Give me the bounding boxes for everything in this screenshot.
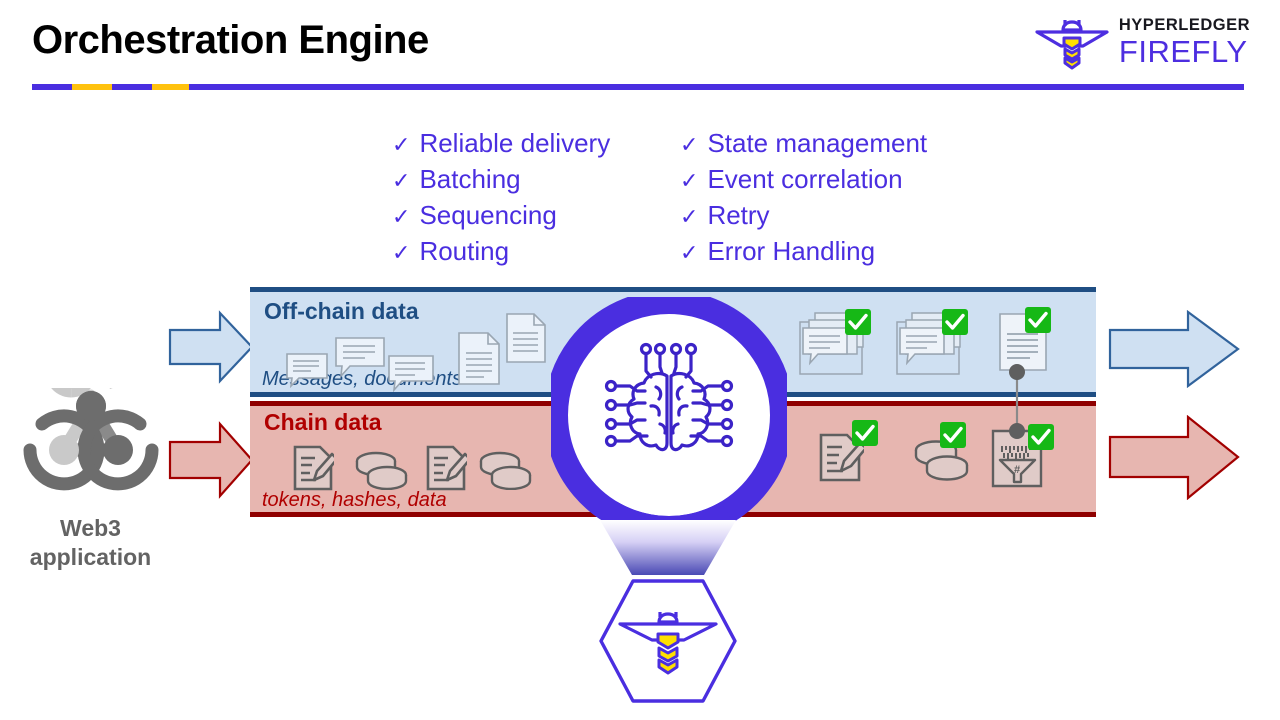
document-checked-icon [998,307,1051,379]
check-icon: ✓ [680,132,699,157]
coins-icon [355,451,408,490]
title-rule-segment [72,84,112,90]
contract-icon [293,445,334,491]
arrow-input-offchain [168,310,254,384]
title-rule-segment [189,84,1244,90]
logo-hyperledger-text: HYPERLEDGER [1118,16,1250,35]
check-badge-icon [1025,307,1051,333]
web3-application-label: Web3 application [8,514,173,572]
funnel-gradient-connector [600,520,736,575]
svg-text:#: # [1014,464,1020,476]
feature-list-right: ✓ State management ✓ Event correlation ✓… [680,126,927,270]
feature-item: ✓ Event correlation [680,162,927,198]
title-rule-segment [152,84,189,90]
webhook-icon [23,388,158,491]
document-icon [506,313,546,363]
page-title: Orchestration Engine [32,18,429,62]
check-badge-icon [940,422,966,448]
web3-label-line1: Web3 [60,515,121,541]
firefly-hexagon-bee-icon [599,579,737,703]
feature-item: ✓ Reliable delivery [392,126,610,162]
coins-checked-icon [912,422,972,487]
coins-icon [479,451,532,490]
feature-label: State management [707,128,928,158]
arrow-input-chain [168,421,254,499]
feature-list-left: ✓ Reliable delivery ✓ Batching ✓ Sequenc… [392,126,610,270]
contract-icon [426,445,467,491]
arrow-output-chain [1108,415,1240,500]
check-icon: ✓ [680,204,699,229]
band-chain-title: Chain data [264,409,382,435]
band-chain-subtitle: tokens, hashes, data [262,489,447,511]
speech-bubble-icon [335,337,385,378]
message-stack-checked-icon [895,304,971,381]
check-icon: ✓ [680,168,699,193]
firefly-bee-icon [1035,20,1109,70]
logo-wordmark: HYPERLEDGER FIREFLY [1119,17,1250,67]
title-rule-segment [112,84,152,90]
feature-label: Batching [419,164,521,194]
check-badge-icon [942,309,968,335]
speech-bubble-icon [388,355,434,392]
logo-firefly-text: FIREFLY [1118,33,1248,69]
check-icon: ✓ [392,168,411,193]
check-badge-icon [852,420,878,446]
message-stack-checked-icon [798,304,874,381]
feature-item: ✓ Error Handling [680,234,927,270]
feature-label: Routing [419,236,510,266]
hash-document-checked-icon: # [990,424,1054,495]
band-offchain-title: Off-chain data [264,298,419,324]
web3-application: Web3 application [8,388,173,572]
arrow-output-offchain [1108,310,1240,388]
check-icon: ✓ [392,132,411,157]
check-icon: ✓ [392,240,411,265]
slide-canvas: Orchestration Engine HYPERLEDGER FIREFLY… [0,0,1280,720]
feature-item: ✓ Retry [680,198,927,234]
feature-item: ✓ Batching [392,162,610,198]
title-underline-rule [32,84,1244,90]
feature-label: Error Handling [707,236,876,266]
document-icon [458,332,500,385]
feature-label: Event correlation [707,164,903,194]
brain-circuit-icon [604,342,734,452]
web3-label-line2: application [29,544,152,570]
check-icon: ✓ [392,204,411,229]
feature-item: ✓ Sequencing [392,198,610,234]
feature-item: ✓ Routing [392,234,610,270]
feature-label: Sequencing [419,200,557,230]
speech-bubble-icon [286,353,328,388]
feature-item: ✓ State management [680,126,927,162]
feature-label: Retry [707,200,770,230]
check-icon: ✓ [680,240,699,265]
hyperledger-firefly-logo: HYPERLEDGER FIREFLY [1035,12,1250,72]
feature-label: Reliable delivery [419,128,611,158]
contract-checked-icon [818,420,878,489]
check-badge-icon [845,309,871,335]
check-badge-icon [1028,424,1054,450]
title-rule-segment [32,84,72,90]
